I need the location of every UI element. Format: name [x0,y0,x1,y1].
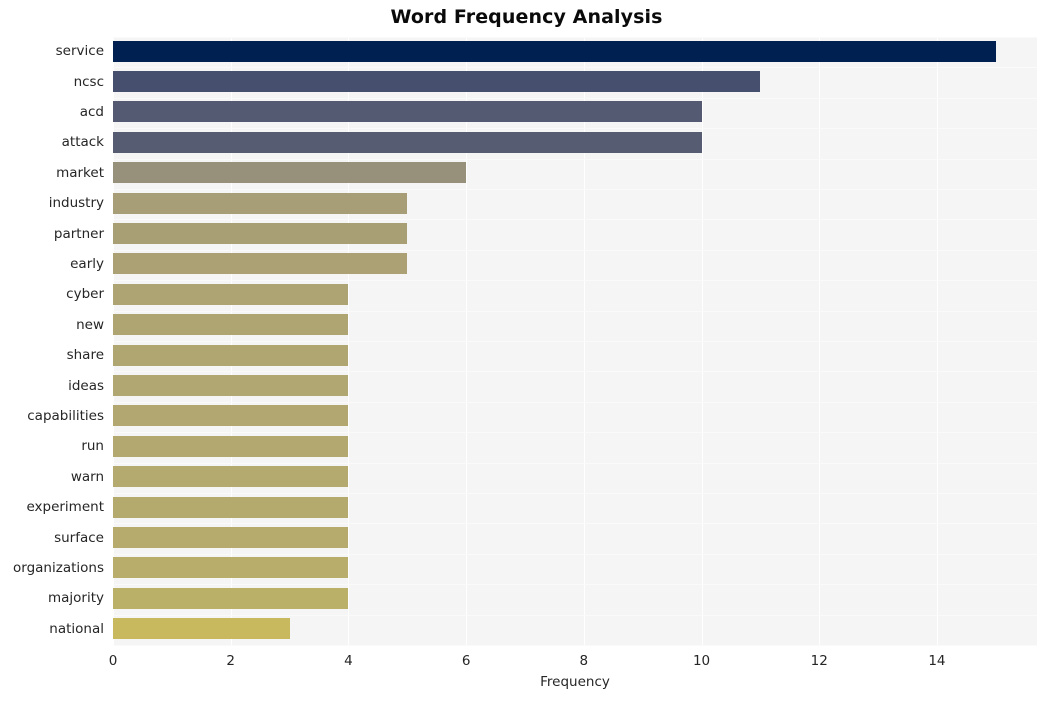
y-tick-label-national: national [49,620,104,637]
bar-row [113,615,1037,644]
x-tick-label-14: 14 [928,653,946,669]
bar-cyber [113,283,349,305]
x-tick-label-6: 6 [461,653,471,669]
bar-ideas [113,375,349,397]
y-tick-label-partner: partner [53,225,104,242]
bar-row [113,280,1037,309]
bar-national [113,618,290,640]
x-tick-label-0: 0 [108,653,118,669]
bar-row [113,159,1037,188]
y-tick-label-organizations: organizations [13,560,104,576]
bar-row [113,67,1037,96]
bar-partner [113,223,408,245]
bar-attack [113,131,702,153]
bar-surface [113,527,349,549]
chart-figure: Word Frequency Analysis service ncsc acd at… [0,0,1053,701]
bar-market [113,162,467,184]
bar-industry [113,192,408,214]
y-tick-label-majority: majority [47,590,104,607]
x-tick-label-8: 8 [579,653,589,669]
y-tick-label-run: run [81,438,104,455]
y-tick-label-market: market [56,164,104,181]
chart-title: Word Frequency Analysis [390,6,663,28]
bar-row [113,463,1037,492]
plot-area [113,37,1037,646]
bar-warn [113,466,349,488]
bar-row [113,432,1037,461]
y-tick-label-cyber: cyber [66,286,104,303]
x-tick-label-12: 12 [810,653,828,669]
bar-row [113,250,1037,279]
bar-row [113,554,1037,583]
bar-majority [113,587,349,609]
bar-service [113,40,996,62]
x-tick-label-2: 2 [226,653,235,669]
bar-row [113,493,1037,522]
bar-acd [113,101,702,123]
x-tick-label-4: 4 [344,653,353,669]
bar-row [113,98,1037,127]
bar-row [113,371,1037,400]
y-tick-label-ideas: ideas [68,377,104,394]
bar-early [113,253,408,275]
bar-row [113,584,1037,613]
y-tick-label-share: share [66,347,104,364]
bar-row [113,311,1037,340]
bar-ncsc [113,71,761,93]
bar-new [113,314,349,336]
bar-capabilities [113,405,349,427]
y-tick-label-capabilities: capabilities [27,408,104,424]
bar-row [113,341,1037,370]
y-tick-label-service: service [55,43,104,60]
bar-row [113,402,1037,431]
y-tick-label-new: new [76,316,104,333]
bar-experiment [113,496,349,518]
bar-row [113,523,1037,552]
bar-run [113,435,349,457]
y-tick-label-surface: surface [54,529,104,546]
bar-share [113,344,349,366]
bar-row [113,219,1037,248]
y-tick-label-experiment: experiment [26,499,104,516]
bar-row [113,128,1037,157]
y-axis: service ncsc acd attack market industry partne… [0,37,104,645]
x-tick-label-10: 10 [692,653,711,669]
x-axis: 0 2 4 6 8 10 12 14 [109,645,1037,675]
y-tick-label-attack: attack [61,134,104,151]
x-axis-label: Frequency [540,674,610,690]
bar-row [113,189,1037,218]
y-tick-label-acd: acd [79,104,104,120]
bar-row [113,37,1037,66]
y-tick-label-early: early [70,256,104,272]
y-tick-label-ncsc: ncsc [73,73,104,90]
bar-organizations [113,557,349,579]
y-tick-label-warn: warn [70,468,104,485]
y-tick-label-industry: industry [48,195,104,212]
